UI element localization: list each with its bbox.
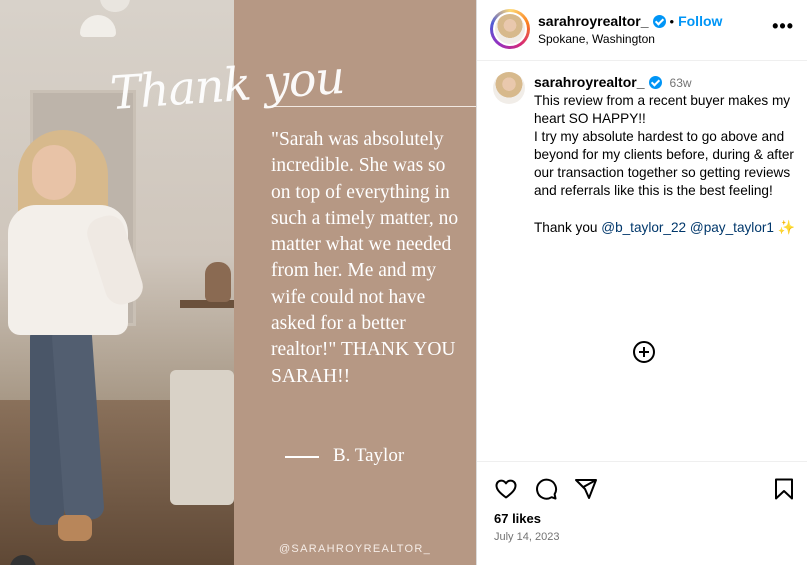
mention-link[interactable]: @b_taylor_22 xyxy=(601,220,686,235)
pendant-lamp xyxy=(80,15,116,37)
like-count[interactable]: 67 likes xyxy=(494,511,541,526)
review-quote: "Sarah was absolutely incredible. She wa… xyxy=(271,129,459,387)
post-age[interactable]: 63w xyxy=(670,76,692,90)
post-header: sarahroyrealtor_ • Follow Spokane, Washing… xyxy=(477,0,807,61)
plus-circle-icon[interactable] xyxy=(633,341,655,363)
profile-avatar[interactable] xyxy=(490,9,530,49)
follow-button[interactable]: Follow xyxy=(678,13,722,29)
caption-text: This review from a recent buyer makes my… xyxy=(534,92,796,237)
caption-thanks: Thank you @b_taylor_22 @pay_taylor1 ✨ xyxy=(534,218,796,237)
caption-line-2: I try my absolute hardest to go above an… xyxy=(534,129,794,198)
verified-badge-icon xyxy=(652,15,666,28)
handle-watermark: @SARAHROYREALTOR_ xyxy=(278,543,432,555)
bookmark-icon[interactable] xyxy=(773,477,795,501)
caption-username[interactable]: sarahroyrealtor_ xyxy=(534,74,645,90)
author-dash xyxy=(285,455,319,458)
pendant-lamp-2 xyxy=(100,0,130,12)
post-actions: 67 likes July 14, 2023 xyxy=(477,461,807,566)
review-author: B. Taylor xyxy=(285,445,404,467)
post-image[interactable]: Thank you "Sarah was absolutely incredib… xyxy=(0,0,476,565)
header-username[interactable]: sarahroyrealtor_ xyxy=(538,13,649,29)
verified-badge-icon xyxy=(648,76,662,89)
post-sidebar: sarahroyrealtor_ • Follow Spokane, Washing… xyxy=(476,0,807,565)
caption-line-1: This review from a recent buyer makes my… xyxy=(534,93,791,126)
mention-link[interactable]: @pay_taylor1 xyxy=(690,220,774,235)
heart-icon[interactable] xyxy=(494,477,518,501)
post-date[interactable]: July 14, 2023 xyxy=(494,531,559,543)
sparkles-emoji: ✨ xyxy=(777,219,796,235)
ottoman xyxy=(170,370,234,505)
vase xyxy=(205,262,231,302)
location-link[interactable]: Spokane, Washington xyxy=(538,32,655,46)
caption-avatar[interactable] xyxy=(493,72,525,104)
thanks-prefix: Thank you xyxy=(534,220,598,235)
more-options-icon[interactable]: ••• xyxy=(772,16,794,37)
separator: • xyxy=(669,14,675,29)
comment-icon[interactable] xyxy=(534,477,558,501)
header-user-row: sarahroyrealtor_ • Follow xyxy=(538,13,722,31)
caption-user-row: sarahroyrealtor_ 63w xyxy=(534,74,692,92)
share-icon[interactable] xyxy=(574,477,598,501)
author-name: B. Taylor xyxy=(333,445,405,466)
